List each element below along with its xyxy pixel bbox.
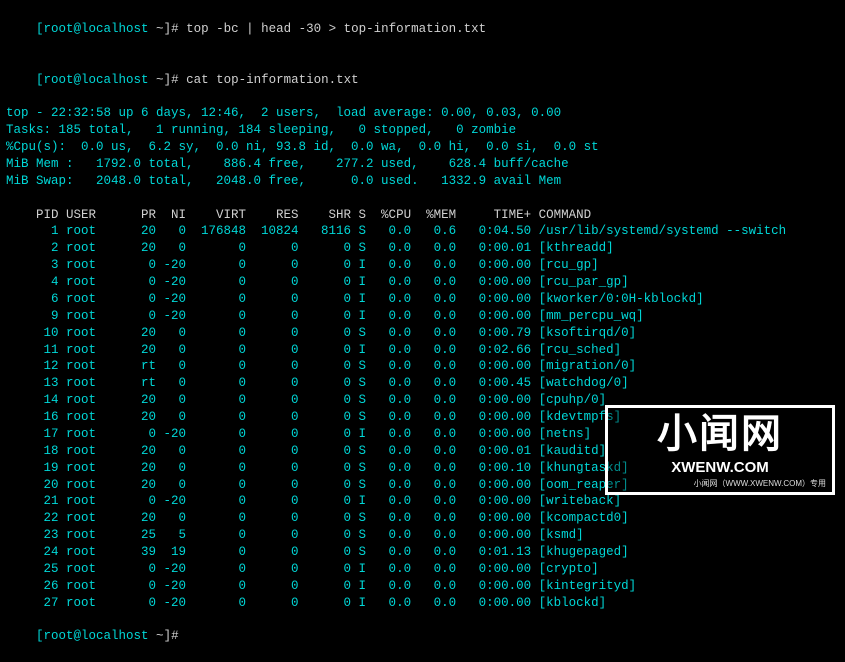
top-summary: top - 22:32:58 up 6 days, 12:46, 2 users… [6, 105, 839, 189]
table-row: 26 root 0 -20 0 0 0 I 0.0 0.0 0:00.00 [k… [6, 578, 839, 595]
prompt-user-host: [root@localhost [36, 73, 156, 87]
table-row: 11 root 20 0 0 0 0 I 0.0 0.0 0:02.66 [rc… [6, 342, 839, 359]
table-row: 9 root 0 -20 0 0 0 I 0.0 0.0 0:00.00 [mm… [6, 308, 839, 325]
table-row: 23 root 25 5 0 0 0 S 0.0 0.0 0:00.00 [ks… [6, 527, 839, 544]
table-row: 4 root 0 -20 0 0 0 I 0.0 0.0 0:00.00 [rc… [6, 274, 839, 291]
top-summary-line: MiB Swap: 2048.0 total, 2048.0 free, 0.0… [6, 173, 839, 190]
table-row: 1 root 20 0 176848 10824 8116 S 0.0 0.6 … [6, 223, 839, 240]
top-summary-line: Tasks: 185 total, 1 running, 184 sleepin… [6, 122, 839, 139]
prompt-line: [root@localhost ~]# [6, 612, 839, 662]
prompt-line: [root@localhost ~]# cat top-information.… [6, 55, 839, 106]
prompt-command: ]# top -bc | head -30 > top-information.… [164, 22, 487, 36]
table-row: 12 root rt 0 0 0 0 S 0.0 0.0 0:00.00 [mi… [6, 358, 839, 375]
table-row: 24 root 39 19 0 0 0 S 0.0 0.0 0:01.13 [k… [6, 544, 839, 561]
watermark-tiny-text: 小闻网（WWW.XWENW.COM）专用 [694, 479, 826, 490]
prompt-command: ]# [164, 629, 187, 643]
table-row: 27 root 0 -20 0 0 0 I 0.0 0.0 0:00.00 [k… [6, 595, 839, 612]
prompt-tilde: ~ [156, 629, 164, 643]
top-summary-line: MiB Mem : 1792.0 total, 886.4 free, 277.… [6, 156, 839, 173]
prompt-user-host: [root@localhost [36, 22, 156, 36]
table-row: 13 root rt 0 0 0 0 S 0.0 0.0 0:00.45 [wa… [6, 375, 839, 392]
prompt-tilde: ~ [156, 22, 164, 36]
watermark-logo: 小闻网 XWENW.COM 小闻网（WWW.XWENW.COM）专用 [605, 405, 835, 495]
prompt-tilde: ~ [156, 73, 164, 87]
prompt-user-host: [root@localhost [36, 629, 156, 643]
prompt-line: [root@localhost ~]# top -bc | head -30 >… [6, 4, 839, 55]
table-row: 10 root 20 0 0 0 0 S 0.0 0.0 0:00.79 [ks… [6, 325, 839, 342]
table-row: 25 root 0 -20 0 0 0 I 0.0 0.0 0:00.00 [c… [6, 561, 839, 578]
watermark-big-text: 小闻网 [622, 414, 818, 454]
table-row: 6 root 0 -20 0 0 0 I 0.0 0.0 0:00.00 [kw… [6, 291, 839, 308]
table-row: 3 root 0 -20 0 0 0 I 0.0 0.0 0:00.00 [rc… [6, 257, 839, 274]
top-summary-line: %Cpu(s): 0.0 us, 6.2 sy, 0.0 ni, 93.8 id… [6, 139, 839, 156]
watermark-site-text: XWENW.COM [622, 458, 818, 478]
table-row: 21 root 0 -20 0 0 0 I 0.0 0.0 0:00.00 [w… [6, 493, 839, 510]
prompt-command: ]# cat top-information.txt [164, 73, 359, 87]
top-summary-line: top - 22:32:58 up 6 days, 12:46, 2 users… [6, 105, 839, 122]
table-header: PID USER PR NI VIRT RES SHR S %CPU %MEM … [6, 207, 839, 224]
terminal[interactable]: [root@localhost ~]# top -bc | head -30 >… [6, 4, 839, 662]
table-row: 2 root 20 0 0 0 0 S 0.0 0.0 0:00.01 [kth… [6, 240, 839, 257]
